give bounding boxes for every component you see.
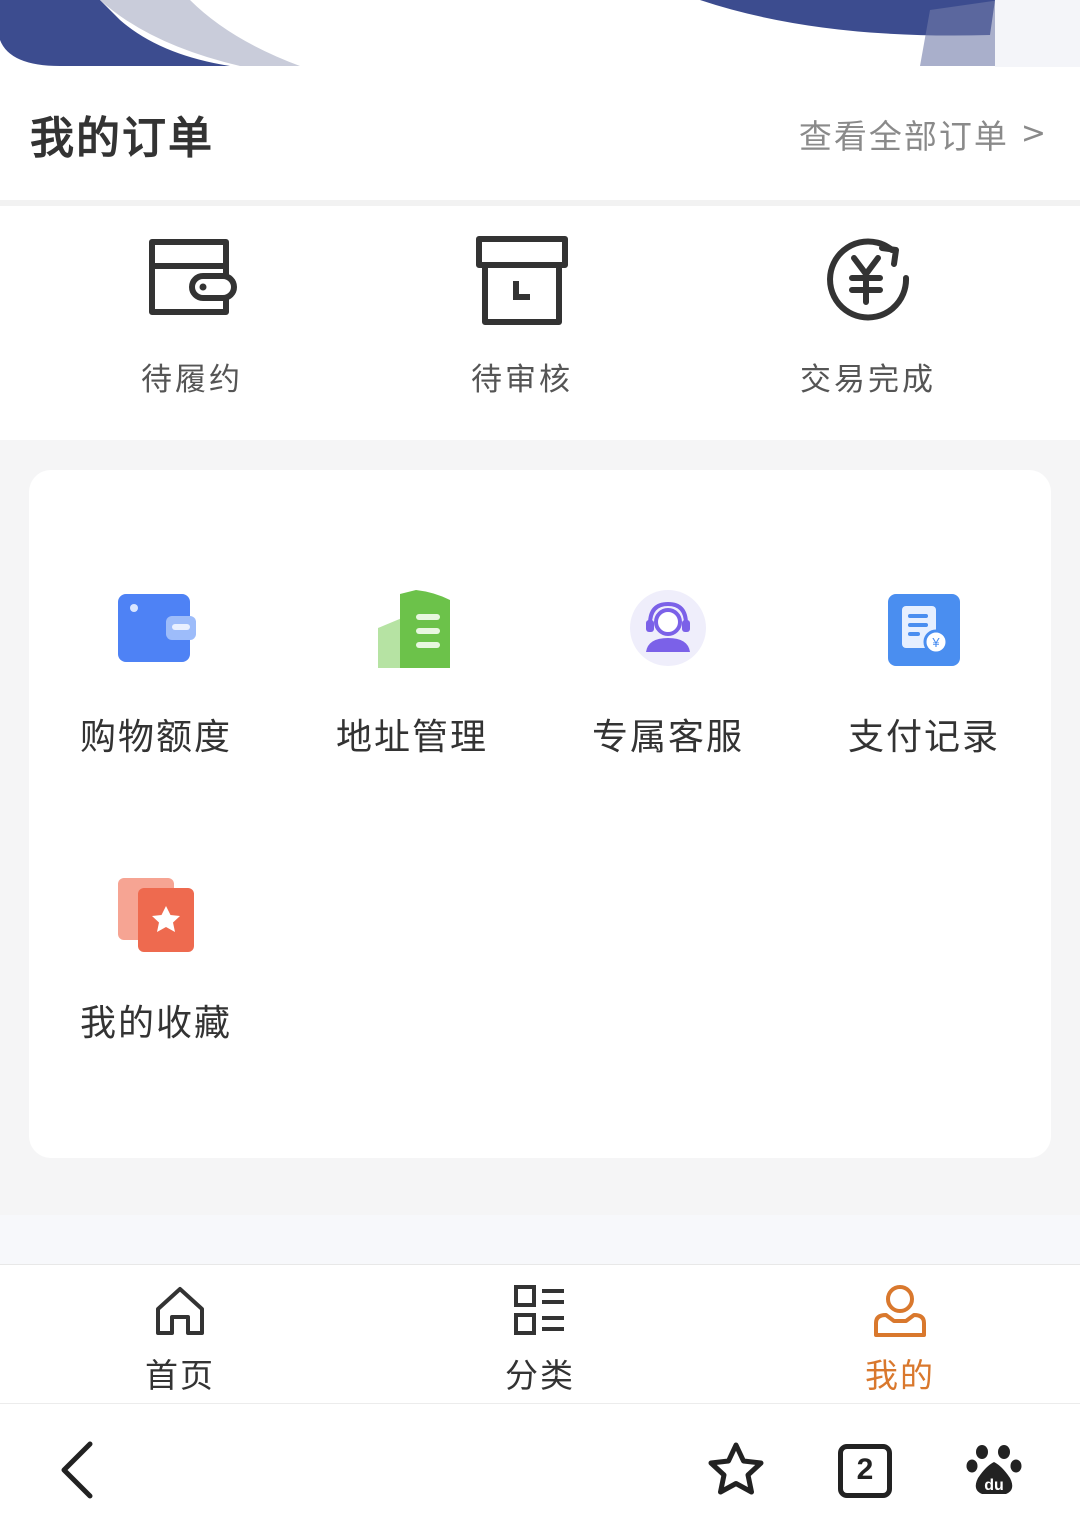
wallet-icon (149, 239, 237, 315)
order-status-row: 待履约 待审核 交易完成 (0, 206, 1080, 434)
tabs-icon[interactable]: 2 (838, 1444, 892, 1498)
tab-category[interactable]: 分类 (460, 1283, 620, 1397)
status-label: 待履约 (141, 362, 243, 398)
tab-label: 分类 (505, 1356, 575, 1395)
view-all-label: 查看全部订单 (798, 116, 1009, 156)
chevron-right-icon: > (1020, 116, 1048, 151)
header-banner (0, 0, 1080, 67)
building-icon (378, 590, 450, 668)
browser-toolbar: 2 du (0, 1403, 1080, 1532)
service-customer-support[interactable]: 专属客服 (558, 590, 778, 760)
card-icon (118, 594, 196, 662)
service-shopping-quota[interactable]: 购物额度 (46, 590, 266, 760)
svg-text:¥: ¥ (931, 635, 940, 650)
tab-home[interactable]: 首页 (100, 1283, 260, 1397)
status-under-review[interactable]: 待审核 (422, 236, 622, 399)
service-my-favorites[interactable]: 我的收藏 (46, 876, 266, 1046)
star-icon[interactable] (706, 1440, 766, 1500)
tab-label: 我的 (865, 1356, 935, 1395)
orders-header: 我的订单 查看全部订单 > (0, 67, 1080, 206)
status-label: 待审核 (471, 362, 573, 398)
service-label: 专属客服 (591, 717, 744, 758)
content-bottom-spacer (0, 1215, 1080, 1265)
orders-title: 我的订单 (30, 112, 214, 164)
yuan-refresh-icon (827, 238, 910, 321)
svg-text:du: du (984, 1477, 1004, 1494)
clock-box-icon (476, 236, 568, 325)
favorite-icon (118, 878, 194, 952)
view-all-orders-link[interactable]: 查看全部订单 > (799, 110, 1048, 158)
services-card: 购物额度 地址管理 专属客服 ¥ 支付记录 我的收藏 (29, 470, 1051, 1158)
service-address-management[interactable]: 地址管理 (302, 590, 522, 760)
status-completed[interactable]: 交易完成 (768, 236, 968, 399)
home-icon (156, 1287, 204, 1335)
tab-mine[interactable]: 我的 (820, 1283, 980, 1397)
orders-section: 我的订单 查看全部订单 > 待履约 待审核 交易完成 (0, 67, 1080, 440)
status-label: 交易完成 (800, 362, 936, 398)
user-icon (874, 1285, 926, 1337)
service-label: 地址管理 (335, 717, 488, 758)
category-icon (514, 1285, 564, 1335)
service-label: 我的收藏 (79, 1003, 232, 1044)
service-label: 购物额度 (79, 717, 232, 758)
status-pending-fulfillment[interactable]: 待履约 (92, 236, 292, 399)
bottom-tab-bar: 首页 分类 我的 (0, 1264, 1080, 1404)
tab-label: 首页 (145, 1356, 215, 1395)
payment-record-icon: ¥ (888, 594, 960, 666)
customer-service-icon (630, 590, 706, 666)
baidu-paw-icon[interactable]: du (966, 1442, 1022, 1498)
service-label: 支付记录 (847, 717, 1000, 758)
service-payment-records[interactable]: ¥ 支付记录 (814, 590, 1034, 760)
back-icon[interactable] (56, 1440, 96, 1500)
banner-decoration (0, 0, 1080, 67)
